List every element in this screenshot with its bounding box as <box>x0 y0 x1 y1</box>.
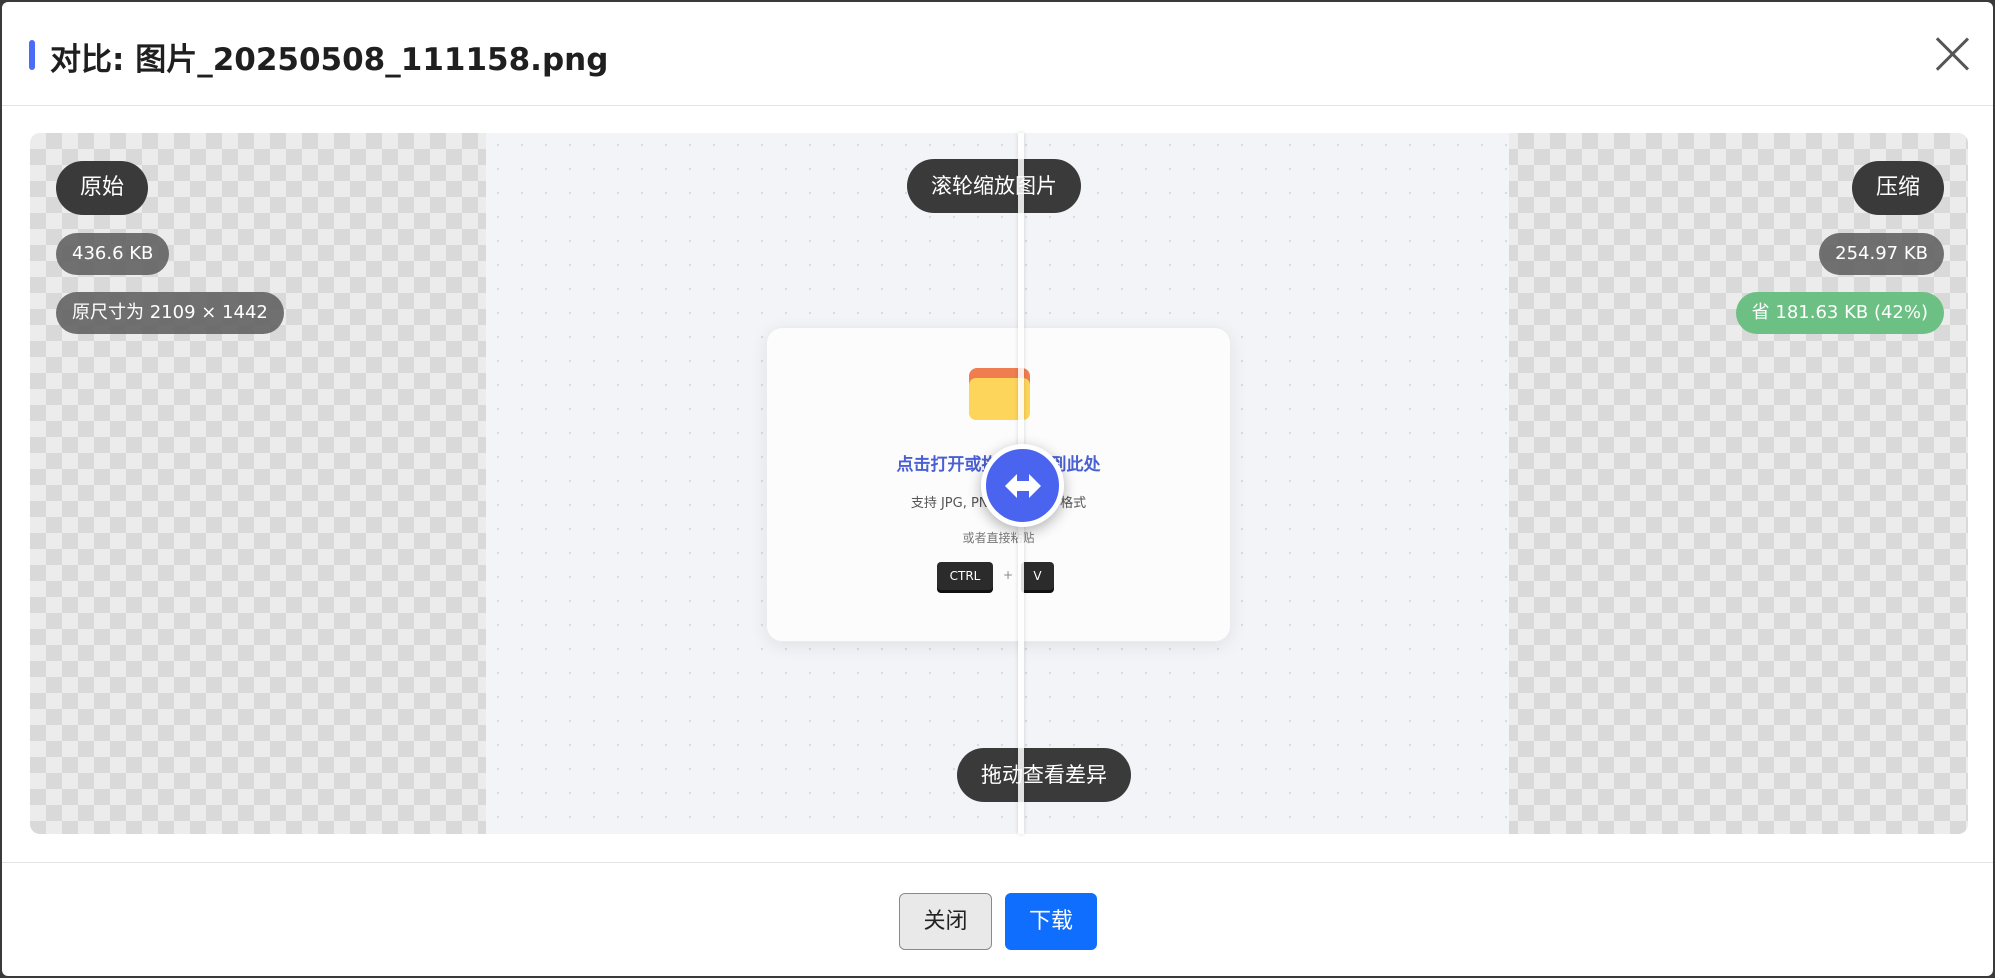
dialog-header: 对比: 图片_20250508_111158.png <box>2 2 1993 106</box>
savings-badge: 省 181.63 KB (42%) <box>1735 292 1944 334</box>
compressed-label: 压缩 <box>1851 161 1944 215</box>
key-ctrl: CTRL <box>937 562 993 590</box>
arrows-horizontal-icon <box>1005 474 1041 498</box>
keyboard-shortcut: CTRL + V <box>937 562 1062 592</box>
download-button[interactable]: 下载 <box>1005 893 1097 950</box>
title-accent-bar <box>29 40 35 70</box>
key-plus: + <box>1003 568 1014 582</box>
compare-dialog: 对比: 图片_20250508_111158.png 点击打开或拖拽图片到此处 … <box>2 2 1993 976</box>
original-label: 原始 <box>56 161 149 215</box>
zoom-hint: 滚轮缩放图片 <box>907 159 1081 213</box>
compressed-size-badge: 254.97 KB <box>1819 233 1944 275</box>
dialog-footer: 关闭 下载 <box>2 862 1993 976</box>
close-icon[interactable] <box>1934 36 1970 72</box>
key-v: V <box>1021 562 1054 590</box>
preview-card-or: 或者直接粘贴 <box>962 531 1035 545</box>
dialog-title: 对比: 图片_20250508_111158.png <box>50 42 609 78</box>
original-dimensions-badge: 原尺寸为 2109 × 1442 <box>56 292 284 334</box>
drag-hint: 拖动查看差异 <box>957 748 1131 802</box>
compare-slider-handle[interactable] <box>981 444 1064 527</box>
close-button[interactable]: 关闭 <box>899 893 992 950</box>
original-size-badge: 436.6 KB <box>56 233 170 275</box>
